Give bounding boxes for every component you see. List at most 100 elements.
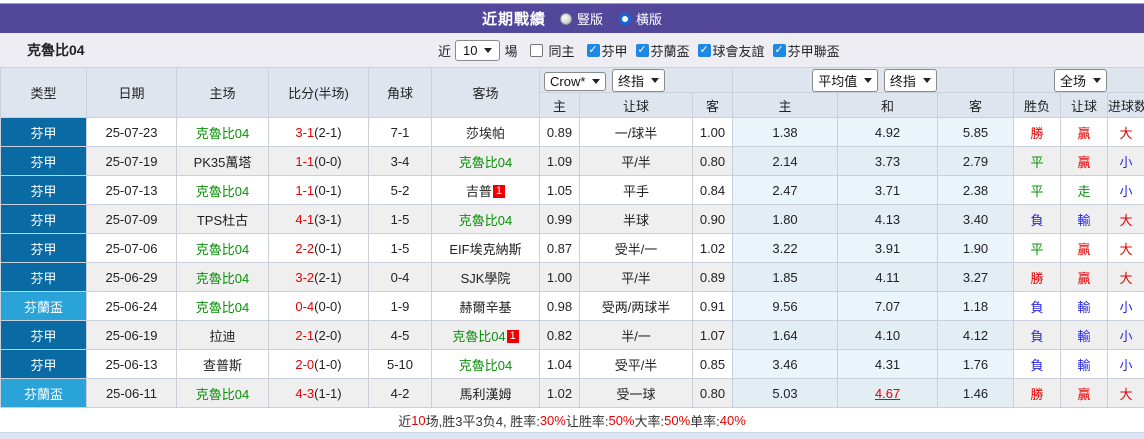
summary-segment: 场,胜3平3负4, 胜率: xyxy=(425,413,540,429)
away-team-name[interactable]: SJK學院 xyxy=(461,271,511,286)
away-team-name[interactable]: EIF埃克納斯 xyxy=(449,242,521,257)
home-team-name[interactable]: TPS杜古 xyxy=(197,213,248,228)
away-team-name[interactable]: 克魯比04 xyxy=(459,155,512,170)
handicap-home-odds: 1.05 xyxy=(539,175,580,205)
handicap-home-odds: 0.87 xyxy=(539,233,580,263)
home-team-cell[interactable]: TPS杜古 xyxy=(176,204,269,234)
summary-line: 近 10 场,胜3平3负4, 胜率: 30% 让胜率: 50% 大率: 50% 单率: 40… xyxy=(0,408,1144,432)
away-team-cell[interactable]: 吉普 1 xyxy=(431,175,540,205)
league-checkbox[interactable]: ✓ xyxy=(697,43,711,57)
away-team-name[interactable]: 克魯比04 xyxy=(459,213,512,228)
home-team-cell[interactable]: 克魯比04 xyxy=(176,262,269,292)
away-team-name[interactable]: 吉普 xyxy=(466,184,492,199)
league-checkbox[interactable]: ✓ xyxy=(772,43,786,57)
match-count-select[interactable]: 10 xyxy=(455,39,501,61)
home-team-name[interactable]: PK35萬塔 xyxy=(194,155,252,170)
handicap-home-odds: 0.82 xyxy=(539,320,580,350)
result-win-draw-lose: 負 xyxy=(1013,320,1062,350)
result-handicap: 輸 xyxy=(1060,349,1109,379)
home-team-name[interactable]: 克魯比04 xyxy=(196,300,249,315)
avg-draw-odds: 7.07 xyxy=(837,291,939,321)
home-team-name[interactable]: 克魯比04 xyxy=(196,387,249,402)
away-team-cell[interactable]: 馬利漢姆 xyxy=(431,378,540,408)
radio-vertical-layout[interactable]: 豎版 xyxy=(559,9,603,28)
match-date-cell: 25-06-19 xyxy=(86,320,177,350)
home-team-cell[interactable]: 克魯比04 xyxy=(176,117,269,147)
avg-away-odds: 1.18 xyxy=(937,291,1015,321)
avg-away-odds: 5.85 xyxy=(937,117,1015,147)
avg-away-odds: 4.12 xyxy=(937,320,1015,350)
same-home-checkbox[interactable] xyxy=(529,43,543,57)
home-team-cell[interactable]: 克魯比04 xyxy=(176,175,269,205)
home-team-cell[interactable]: PK35萬塔 xyxy=(176,146,269,176)
home-team-cell[interactable]: 拉迪 xyxy=(176,320,269,350)
away-team-cell[interactable]: 克魯比04 xyxy=(431,349,540,379)
avg-draw-odds[interactable]: 4.67 xyxy=(837,378,939,408)
fulltime-score: 4-1 xyxy=(295,211,315,227)
avg-draw-odds: 4.13 xyxy=(837,204,939,234)
away-team-cell[interactable]: 克魯比04 xyxy=(431,146,540,176)
col-header-home: 主场 xyxy=(176,67,269,118)
home-team-name[interactable]: 克魯比04 xyxy=(196,184,249,199)
average-select[interactable]: 平均值 xyxy=(812,68,879,92)
away-team-cell[interactable]: 赫爾辛基 xyxy=(431,291,540,321)
home-team-name[interactable]: 克魯比04 xyxy=(196,271,249,286)
halftime-score: (1-1) xyxy=(314,385,342,401)
away-team-cell[interactable]: 莎埃帕 xyxy=(431,117,540,147)
away-team-name[interactable]: 赫爾辛基 xyxy=(459,300,511,315)
corners-cell: 4-2 xyxy=(368,378,432,408)
same-home-label: 同主 xyxy=(548,43,575,59)
match-count-value: 10 xyxy=(463,42,478,58)
radio-horizontal-label[interactable]: 橫版 xyxy=(636,9,662,28)
final-odds-select-left[interactable]: 终指 xyxy=(612,68,666,92)
radio-icon[interactable] xyxy=(559,12,572,25)
away-team-cell[interactable]: 克魯比04 1 xyxy=(431,320,540,350)
halftime-score: (0-0) xyxy=(314,153,342,169)
away-team-name[interactable]: 馬利漢姆 xyxy=(459,387,511,402)
handicap-line: 一/球半 xyxy=(579,117,693,147)
away-team-cell[interactable]: 克魯比04 xyxy=(431,204,540,234)
away-team-cell[interactable]: EIF埃克納斯 xyxy=(431,233,540,263)
odds-company-select[interactable]: Crow* xyxy=(544,71,607,91)
chevron-down-icon xyxy=(864,77,873,83)
summary-segment: 让胜率: xyxy=(565,413,609,429)
result-handicap: 走 xyxy=(1060,175,1109,205)
home-team-name[interactable]: 查普斯 xyxy=(203,358,242,373)
handicap-line: 受平/半 xyxy=(579,349,693,379)
col-header-date: 日期 xyxy=(86,67,177,118)
table-row: 芬甲 25-06-29 克魯比04 3-2(2-1) 0-4 SJK學院 1.0… xyxy=(0,262,1144,292)
home-team-name[interactable]: 克魯比04 xyxy=(196,242,249,257)
radio-horizontal-layout[interactable]: 橫版 xyxy=(619,9,662,28)
away-team-name[interactable]: 克魯比04 xyxy=(452,329,505,344)
away-team-name[interactable]: 克魯比04 xyxy=(459,358,512,373)
sub-header-0: 主 xyxy=(539,92,580,118)
score-cell: 2-0(1-0) xyxy=(268,349,369,379)
handicap-home-odds: 1.04 xyxy=(539,349,580,379)
home-team-cell[interactable]: 查普斯 xyxy=(176,349,269,379)
away-team-name[interactable]: 莎埃帕 xyxy=(466,126,505,141)
handicap-home-odds: 1.09 xyxy=(539,146,580,176)
handicap-line: 受两/两球半 xyxy=(579,291,693,321)
home-team-cell[interactable]: 克魯比04 xyxy=(176,378,269,408)
avg-home-odds: 3.46 xyxy=(732,349,839,379)
odds-company-value: Crow* xyxy=(550,73,586,89)
league-checkbox-label: 芬蘭盃 xyxy=(650,43,690,59)
league-checkbox[interactable]: ✓ xyxy=(635,43,649,57)
away-team-cell[interactable]: SJK學院 xyxy=(431,262,540,292)
avg-draw-odds: 3.71 xyxy=(837,175,939,205)
final-odds-select-mid[interactable]: 终指 xyxy=(883,68,937,92)
radio-vertical-label[interactable]: 豎版 xyxy=(577,9,603,28)
avg-home-odds: 2.14 xyxy=(732,146,839,176)
radio-icon-selected[interactable] xyxy=(619,12,631,25)
home-team-cell[interactable]: 克魯比04 xyxy=(176,291,269,321)
home-team-name[interactable]: 克魯比04 xyxy=(196,126,249,141)
league-checkbox[interactable]: ✓ xyxy=(586,43,600,57)
home-team-name[interactable]: 拉迪 xyxy=(209,329,235,344)
corners-cell: 1-9 xyxy=(368,291,432,321)
score-cell: 0-4(0-0) xyxy=(268,291,369,321)
result-win-draw-lose: 平 xyxy=(1013,175,1062,205)
table-row: 芬甲 25-07-06 克魯比04 2-2(0-1) 1-5 EIF埃克納斯 0… xyxy=(0,233,1144,263)
home-team-cell[interactable]: 克魯比04 xyxy=(176,233,269,263)
league-filter-group: ✓ 芬甲 ✓ 芬蘭盃 ✓ 球會友誼 ✓ 芬甲聯盃 xyxy=(579,41,840,60)
full-match-select[interactable]: 全场 xyxy=(1054,68,1108,92)
